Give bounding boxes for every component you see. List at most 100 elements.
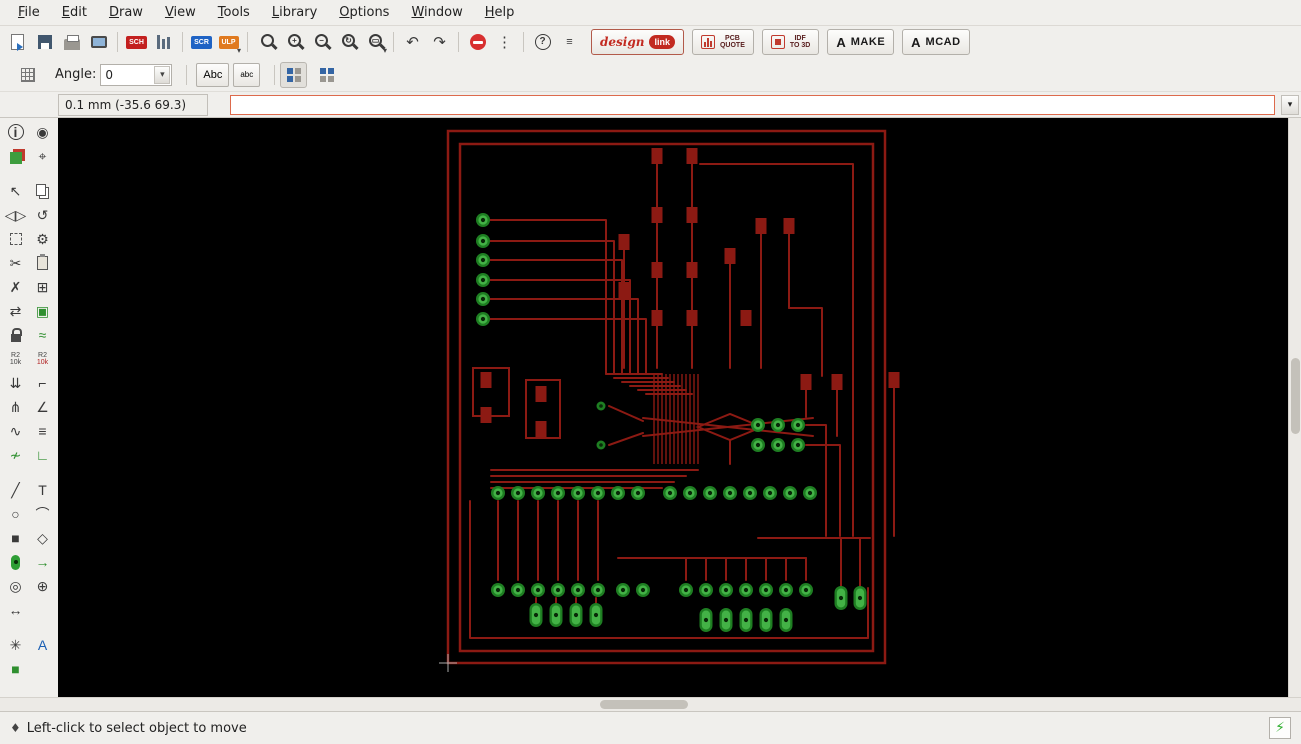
menu-file[interactable]: File — [8, 2, 50, 23]
show-tool-button[interactable]: ◉ — [30, 120, 56, 144]
smash-tool-button[interactable]: ⇊ — [3, 371, 29, 395]
image-export-button[interactable] — [85, 29, 112, 55]
display-layers-tool-icon — [9, 152, 22, 164]
redo-button[interactable]: ↷ — [426, 29, 453, 55]
hole-tool-button[interactable]: ◎ — [3, 574, 29, 598]
mirror-tool-button[interactable]: ◁▷ — [3, 203, 29, 227]
vertical-scrollbar[interactable] — [1288, 118, 1301, 697]
stop-button[interactable] — [464, 29, 491, 55]
horizontal-scrollbar-thumb[interactable] — [600, 700, 688, 709]
help-button[interactable]: ? — [529, 29, 556, 55]
mark-tool-icon: ⌖ — [38, 148, 47, 164]
angle-select[interactable]: 0 ▾ — [100, 63, 173, 86]
name-tool-button[interactable]: R2 10k — [3, 347, 29, 371]
grid-button[interactable] — [14, 62, 41, 88]
quad-toggle-2[interactable] — [313, 62, 340, 88]
split-tool-button[interactable]: ⋔ — [3, 395, 29, 419]
rotate-tool-button[interactable]: ↺ — [30, 203, 56, 227]
abc-button[interactable]: Abc — [196, 62, 230, 87]
signal-tool-button[interactable]: → — [30, 550, 56, 574]
circle-tool-button[interactable]: ○ — [3, 502, 29, 526]
optimize-tool-button[interactable]: ∠ — [30, 395, 56, 419]
drc-tool-button[interactable]: ■ — [3, 657, 29, 681]
zoom-redraw-icon: ↻ — [342, 34, 355, 47]
menu-draw[interactable]: Draw — [99, 2, 153, 23]
meander-tool-button[interactable]: ∿ — [3, 419, 29, 443]
mcad-button[interactable]: A MCAD — [902, 29, 970, 55]
zoom-fit-icon — [261, 34, 274, 47]
zoom-in-button[interactable]: + — [280, 29, 307, 55]
menu-help[interactable]: Help — [475, 2, 525, 23]
wire-tool-button[interactable]: ╱ — [3, 478, 29, 502]
make-button[interactable]: A MAKE — [827, 29, 895, 55]
change-tool-button[interactable]: ⚙ — [30, 227, 56, 251]
zoom-select-button[interactable]: ▭ ▾ — [361, 29, 388, 55]
run-script-button[interactable]: SCR — [188, 29, 215, 55]
value-tool-button[interactable]: R2 10k — [30, 347, 56, 371]
quad-toggle-1[interactable] — [280, 61, 308, 88]
power-button[interactable]: ⚡ — [1269, 717, 1291, 739]
undo-button[interactable]: ↶ — [399, 29, 426, 55]
align-tool-button[interactable]: ≡ — [30, 419, 56, 443]
board-columns-button[interactable] — [150, 29, 177, 55]
zoom-fit-button[interactable] — [253, 29, 280, 55]
ripup-tool-button[interactable]: ≁ — [3, 443, 29, 467]
vertical-scrollbar-thumb[interactable] — [1291, 358, 1300, 434]
horizontal-scrollbar[interactable] — [0, 697, 1301, 711]
delete-tool-button[interactable]: ✗ — [3, 275, 29, 299]
menu-options[interactable]: Options — [329, 2, 399, 23]
group-tool-button[interactable] — [3, 227, 29, 251]
wire-bend-tool-button[interactable]: ∟ — [30, 443, 56, 467]
errors-tool-button[interactable]: ✳ — [3, 633, 29, 657]
text-tool-button[interactable]: T — [30, 478, 56, 502]
run-ulp-button[interactable]: ULP ▾ — [215, 29, 242, 55]
delete-tool-icon: ✗ — [9, 279, 22, 295]
more-commands-button[interactable]: ⋮ — [491, 29, 518, 55]
copy-tool-icon — [36, 183, 46, 196]
menu-window[interactable]: Window — [401, 2, 472, 23]
pcb-quote-button[interactable]: PCB QUOTE — [691, 29, 754, 55]
idf-line1: IDF — [794, 34, 806, 42]
menu-library[interactable]: Library — [262, 2, 327, 23]
arc-tool-button[interactable]: ⌒ — [30, 502, 56, 526]
overflow-menu-button[interactable]: ≡ — [556, 29, 583, 55]
info-tool-button[interactable]: i — [3, 120, 29, 144]
schematic-editor-button[interactable]: SCH — [123, 29, 150, 55]
text-tool-icon: T — [38, 482, 47, 498]
polygon-tool-button[interactable]: ◇ — [30, 526, 56, 550]
lock-tool-button[interactable] — [3, 323, 29, 347]
toolbar-separator — [274, 64, 276, 85]
pcb-canvas[interactable] — [58, 118, 1288, 697]
command-line-input[interactable] — [230, 94, 1275, 115]
attach-tool-button[interactable]: ⊕ — [30, 574, 56, 598]
route-tool-button[interactable]: ≈ — [30, 323, 56, 347]
ratsnest-tool-button[interactable]: ↔ — [3, 598, 29, 622]
zoom-out-button[interactable]: − — [307, 29, 334, 55]
mark-tool-button[interactable]: ⌖ — [30, 144, 56, 168]
replace-tool-button[interactable]: ▣ — [30, 299, 56, 323]
arc-tool-icon: ⌒ — [35, 506, 50, 522]
menu-tools[interactable]: Tools — [208, 2, 260, 23]
open-button[interactable] — [4, 29, 31, 55]
design-link-button[interactable]: design link — [591, 29, 684, 55]
cut-tool-button[interactable]: ✂ — [3, 251, 29, 275]
pcb-quote-line1: PCB — [725, 34, 740, 42]
miter-tool-button[interactable]: ⌐ — [30, 371, 56, 395]
via-tool-button[interactable] — [3, 550, 29, 574]
zoom-redraw-button[interactable]: ↻ — [334, 29, 361, 55]
add-tool-button[interactable]: ⊞ — [30, 275, 56, 299]
print-button[interactable] — [58, 29, 85, 55]
idf-to-3d-button[interactable]: IDF TO 3D — [761, 29, 820, 55]
display-layers-tool-button[interactable] — [3, 144, 29, 168]
save-button[interactable] — [31, 29, 58, 55]
abc-small-button[interactable]: abc — [233, 62, 261, 87]
copy-tool-button[interactable] — [30, 179, 56, 203]
autorouter-tool-button[interactable]: A — [30, 633, 56, 657]
menu-view[interactable]: View — [155, 2, 206, 23]
command-history-dropdown[interactable]: ▾ — [1281, 94, 1299, 115]
paste-tool-button[interactable] — [30, 251, 56, 275]
menu-edit[interactable]: Edit — [52, 2, 97, 23]
rect-tool-button[interactable]: ■ — [3, 526, 29, 550]
move-tool-button[interactable]: ↖ — [3, 179, 29, 203]
pinswap-tool-button[interactable]: ⇄ — [3, 299, 29, 323]
